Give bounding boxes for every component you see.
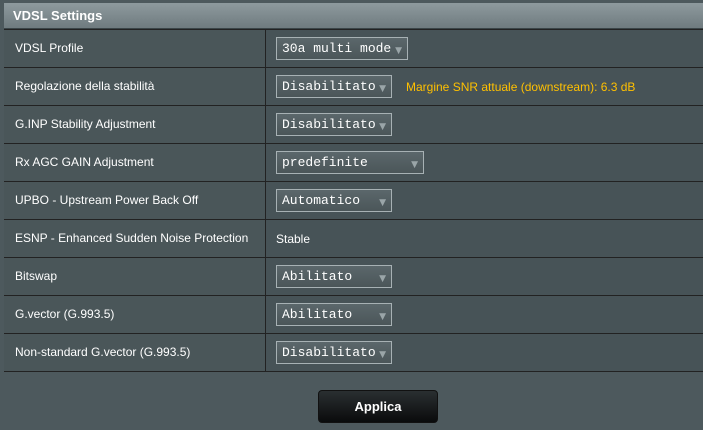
chevron-down-icon: ▼ — [395, 46, 402, 56]
bitswap-select[interactable]: Abilitato ▼ — [276, 265, 392, 288]
row-gvector: G.vector (G.993.5) Abilitato ▼ — [4, 296, 703, 334]
upbo-label: UPBO - Upstream Power Back Off — [4, 182, 266, 219]
gvector-value: Abilitato — [282, 307, 353, 322]
row-ginp: G.INP Stability Adjustment Disabilitato … — [4, 106, 703, 144]
chevron-down-icon: ▼ — [379, 312, 386, 322]
chevron-down-icon: ▼ — [379, 84, 386, 94]
esnp-cell: Stable — [266, 220, 703, 257]
apply-button[interactable]: Applica — [318, 390, 438, 423]
bitswap-label: Bitswap — [4, 258, 266, 295]
gvector-select[interactable]: Abilitato ▼ — [276, 303, 392, 326]
vdsl-profile-label: VDSL Profile — [4, 30, 266, 67]
rx-agc-value: predefinite — [282, 155, 368, 170]
chevron-down-icon: ▼ — [379, 198, 386, 208]
upbo-select[interactable]: Automatico ▼ — [276, 189, 392, 212]
chevron-down-icon: ▼ — [411, 160, 418, 170]
row-esnp: ESNP - Enhanced Sudden Noise Protection … — [4, 220, 703, 258]
stability-cell: Disabilitato ▼ Margine SNR attuale (down… — [266, 68, 703, 105]
nonstandard-gvector-select[interactable]: Disabilitato ▼ — [276, 341, 392, 364]
upbo-value: Automatico — [282, 193, 361, 208]
nonstandard-gvector-label: Non-standard G.vector (G.993.5) — [4, 334, 266, 371]
row-stability: Regolazione della stabilità Disabilitato… — [4, 68, 703, 106]
section-header: VDSL Settings — [4, 3, 703, 29]
vdsl-profile-select[interactable]: 30a multi mode ▼ — [276, 37, 408, 60]
row-nonstandard-gvector: Non-standard G.vector (G.993.5) Disabili… — [4, 334, 703, 372]
row-vdsl-profile: VDSL Profile 30a multi mode ▼ — [4, 30, 703, 68]
upbo-cell: Automatico ▼ — [266, 182, 703, 219]
ginp-cell: Disabilitato ▼ — [266, 106, 703, 143]
chevron-down-icon: ▼ — [379, 274, 386, 284]
stability-select[interactable]: Disabilitato ▼ — [276, 75, 392, 98]
rx-agc-select[interactable]: predefinite ▼ — [276, 151, 424, 174]
gvector-label: G.vector (G.993.5) — [4, 296, 266, 333]
stability-value: Disabilitato — [282, 79, 376, 94]
row-bitswap: Bitswap Abilitato ▼ — [4, 258, 703, 296]
nonstandard-gvector-value: Disabilitato — [282, 345, 376, 360]
bitswap-value: Abilitato — [282, 269, 353, 284]
nonstandard-gvector-cell: Disabilitato ▼ — [266, 334, 703, 371]
vdsl-profile-value: 30a multi mode — [282, 41, 392, 56]
esnp-label: ESNP - Enhanced Sudden Noise Protection — [4, 220, 266, 257]
row-upbo: UPBO - Upstream Power Back Off Automatic… — [4, 182, 703, 220]
settings-table: VDSL Profile 30a multi mode ▼ Regolazion… — [4, 29, 703, 372]
ginp-select[interactable]: Disabilitato ▼ — [276, 113, 392, 136]
rx-agc-cell: predefinite ▼ — [266, 144, 703, 181]
chevron-down-icon: ▼ — [379, 122, 386, 132]
ginp-value: Disabilitato — [282, 117, 376, 132]
row-rx-agc: Rx AGC GAIN Adjustment predefinite ▼ — [4, 144, 703, 182]
section-title: VDSL Settings — [13, 8, 103, 23]
ginp-label: G.INP Stability Adjustment — [4, 106, 266, 143]
snr-margin-text: Margine SNR attuale (downstream): 6.3 dB — [406, 79, 636, 94]
gvector-cell: Abilitato ▼ — [266, 296, 703, 333]
vdsl-profile-cell: 30a multi mode ▼ — [266, 30, 703, 67]
bitswap-cell: Abilitato ▼ — [266, 258, 703, 295]
stability-label: Regolazione della stabilità — [4, 68, 266, 105]
vdsl-settings-panel: VDSL Settings VDSL Profile 30a multi mod… — [0, 0, 703, 430]
rx-agc-label: Rx AGC GAIN Adjustment — [4, 144, 266, 181]
esnp-value: Stable — [276, 231, 311, 246]
chevron-down-icon: ▼ — [379, 350, 386, 360]
